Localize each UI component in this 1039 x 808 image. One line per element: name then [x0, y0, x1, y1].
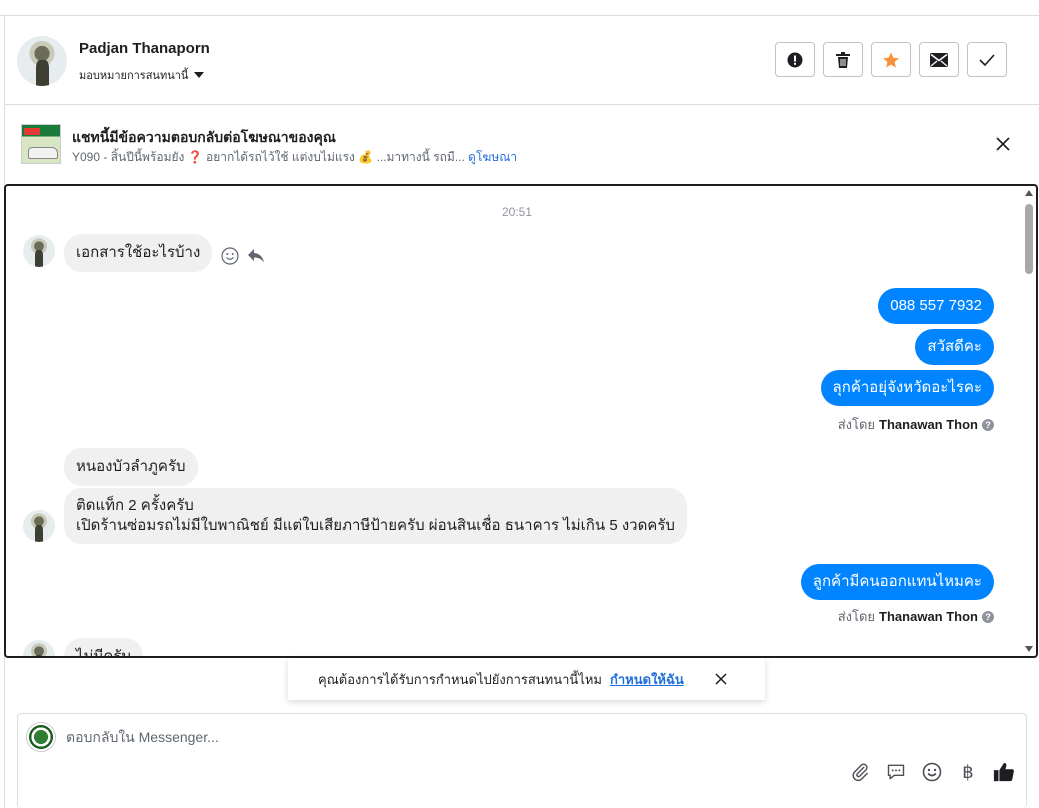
close-banner-button[interactable]	[993, 134, 1013, 154]
spam-button[interactable]	[775, 42, 815, 77]
star-button[interactable]	[871, 42, 911, 77]
emoji-icon	[922, 762, 942, 782]
help-icon[interactable]: ?	[982, 610, 994, 623]
check-icon	[979, 53, 995, 66]
outgoing-message[interactable]: สวัสดีคะ	[915, 329, 994, 365]
message-composer: ฿	[17, 713, 1027, 808]
message-thread[interactable]: 20:51 เอกสารใช้อะไรบ้าง 088 557 7932 สวั…	[4, 184, 1038, 658]
sent-by-prefix: ส่งโดย	[837, 609, 876, 624]
message-timestamp: 20:51	[501, 205, 533, 219]
incoming-message[interactable]: เอกสารใช้อะไรบ้าง	[64, 234, 213, 272]
composer-toolbar: ฿	[848, 760, 1016, 784]
like-button[interactable]	[992, 760, 1016, 784]
ad-banner-description: Y090 - สิ้นปีนี้พร้อมยัง ❓ อยากได้รถไว้ใ…	[72, 148, 517, 167]
star-icon	[883, 52, 899, 67]
outgoing-message[interactable]: ลุกค้าอยุ่จังหวัดอะไรคะ	[820, 370, 994, 406]
assign-prompt-text: คุณต้องการได้รับการกำหนดไปยังการสนทนานี้…	[318, 671, 602, 687]
mark-done-button[interactable]	[967, 42, 1007, 77]
header-actions	[775, 42, 1007, 77]
sent-by-prefix: ส่งโดย	[837, 417, 876, 432]
view-ad-link[interactable]: ดูโฆษณา	[468, 150, 517, 164]
scroll-up-arrow-icon[interactable]	[1025, 190, 1033, 196]
conversation-header: Padjan Thanaporn มอบหมายการสนทนานี้	[5, 16, 1039, 105]
baht-icon: ฿	[962, 761, 974, 782]
message-line: เปิดร้านซ่อมรถไม่มีใบพาณิชย์ มีแต่ใบเสีย…	[76, 517, 675, 534]
paperclip-icon	[852, 763, 868, 782]
assign-to-me-link[interactable]: กำหนดให้ฉัน	[610, 669, 684, 690]
close-icon	[996, 137, 1010, 151]
ad-thumbnail[interactable]	[21, 124, 61, 164]
incoming-message[interactable]: หนองบัวลำภูครับ	[64, 448, 198, 486]
scrollbar-thumb[interactable]	[1025, 204, 1033, 274]
assign-conversation-dropdown[interactable]: มอบหมายการสนทนานี้	[79, 66, 205, 84]
contact-name[interactable]: Padjan Thanaporn	[79, 40, 210, 57]
speech-bubble-icon	[887, 764, 905, 780]
caret-down-icon	[194, 72, 205, 78]
sender-avatar[interactable]	[23, 510, 55, 542]
envelope-icon	[930, 52, 948, 67]
close-icon[interactable]	[713, 671, 729, 687]
sent-by-label: ส่งโดย Thanawan Thon ?	[838, 414, 994, 435]
sender-avatar[interactable]	[23, 235, 55, 267]
reply-icon[interactable]	[247, 248, 265, 264]
assign-label: มอบหมายการสนทนานี้	[79, 70, 189, 82]
incoming-message[interactable]: ไม่มีครับ	[64, 638, 143, 656]
help-icon[interactable]: ?	[982, 418, 994, 431]
sent-by-label: ส่งโดย Thanawan Thon ?	[838, 606, 994, 627]
ad-banner-title: แชทนี้มีข้อความตอบกลับต่อโฆษณาของคุณ	[72, 129, 336, 145]
reply-input[interactable]	[66, 726, 766, 748]
exclamation-icon	[787, 52, 803, 67]
mark-unread-button[interactable]	[919, 42, 959, 77]
thread-scrollbar[interactable]	[1024, 190, 1034, 652]
assign-prompt-toast: คุณต้องการได้รับการกำหนดไปยังการสนทนานี้…	[288, 658, 765, 700]
ad-reply-banner: แชทนี้มีข้อความตอบกลับต่อโฆษณาของคุณ Y09…	[5, 106, 1039, 184]
message-actions	[221, 247, 265, 265]
outgoing-message[interactable]: 088 557 7932	[878, 288, 994, 324]
delete-button[interactable]	[823, 42, 863, 77]
emoji-button[interactable]	[920, 760, 944, 784]
emoji-reaction-icon[interactable]	[221, 247, 239, 265]
sent-by-name[interactable]: Thanawan Thon	[879, 417, 978, 432]
scroll-down-arrow-icon[interactable]	[1025, 646, 1033, 652]
ad-description-text: Y090 - สิ้นปีนี้พร้อมยัง ❓ อยากได้รถไว้ใ…	[72, 150, 465, 164]
trash-icon	[836, 51, 850, 68]
message-line: ติดแท็ก 2 ครั้งครับ	[76, 497, 194, 514]
sender-avatar[interactable]	[23, 640, 55, 656]
messenger-conversation-view: Padjan Thanaporn มอบหมายการสนทนานี้ แชทน…	[0, 0, 1039, 808]
sent-by-name[interactable]: Thanawan Thon	[879, 609, 978, 624]
page-avatar	[26, 722, 56, 752]
outgoing-message[interactable]: ลูกค้ามีคนออกแทนไหมคะ	[800, 564, 994, 600]
saved-replies-button[interactable]	[884, 760, 908, 784]
payment-button[interactable]: ฿	[956, 760, 980, 784]
incoming-message-multiline[interactable]: ติดแท็ก 2 ครั้งครับ เปิดร้านซ่อมรถไม่มีใ…	[64, 488, 687, 544]
thumbs-up-icon	[993, 762, 1014, 782]
contact-avatar[interactable]	[17, 36, 67, 86]
attach-button[interactable]	[848, 760, 872, 784]
